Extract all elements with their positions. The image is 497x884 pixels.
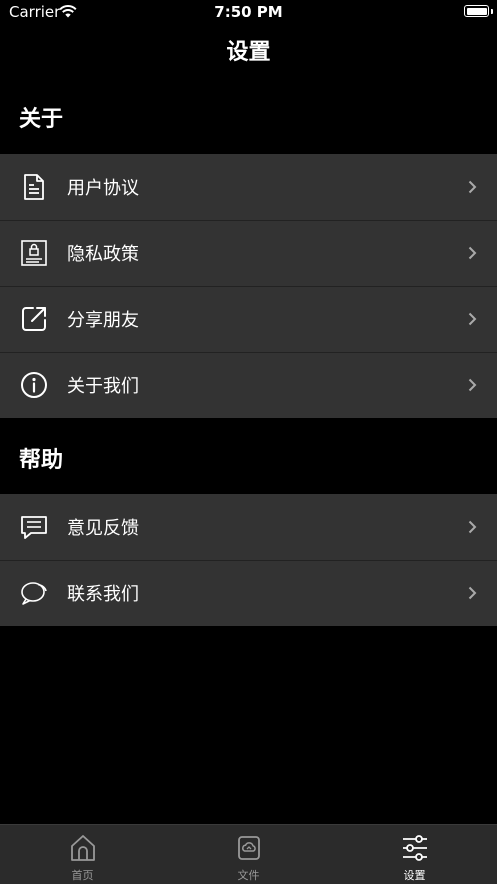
list-item-feedback[interactable]: 意见反馈 xyxy=(0,494,497,560)
tab-label: 首页 xyxy=(71,869,94,882)
list-item-label: 联系我们 xyxy=(67,584,139,605)
list-item-contact-us[interactable]: 联系我们 xyxy=(0,560,497,626)
list-item-label: 用户协议 xyxy=(67,178,139,199)
status-bar: Carrier 7:50 PM xyxy=(0,0,497,26)
list-item-user-agreement[interactable]: 用户协议 xyxy=(0,154,497,220)
battery-tip xyxy=(491,9,493,14)
tab-label: 文件 xyxy=(237,869,260,882)
info-icon xyxy=(21,372,47,398)
battery-icon xyxy=(464,5,489,17)
tab-label: 设置 xyxy=(403,869,426,882)
chevron-right-icon xyxy=(468,312,477,326)
file-cloud-icon xyxy=(237,836,260,860)
list-item-label: 意见反馈 xyxy=(67,518,139,539)
chat-bubbles-icon xyxy=(21,582,47,605)
help-group: 意见反馈 联系我们 xyxy=(0,494,497,626)
status-time: 7:50 PM xyxy=(214,3,283,21)
list-item-about-us[interactable]: 关于我们 xyxy=(0,352,497,418)
about-group: 用户协议 隐私政策 分享朋友 关于我们 xyxy=(0,154,497,418)
tab-files[interactable]: 文件 xyxy=(166,825,331,884)
section-header-help: 帮助 xyxy=(19,448,64,473)
chevron-right-icon xyxy=(468,180,477,194)
chevron-right-icon xyxy=(468,520,477,534)
list-item-label: 分享朋友 xyxy=(67,310,139,331)
home-icon xyxy=(70,835,95,861)
sliders-icon xyxy=(402,835,427,861)
page-title: 设置 xyxy=(226,40,271,65)
list-item-share-friends[interactable]: 分享朋友 xyxy=(0,286,497,352)
list-item-privacy-policy[interactable]: 隐私政策 xyxy=(0,220,497,286)
document-icon xyxy=(24,174,44,200)
chevron-right-icon xyxy=(468,246,477,260)
feedback-message-icon xyxy=(21,516,47,539)
tab-bar: 首页 文件 设置 xyxy=(0,824,497,884)
section-header-about: 关于 xyxy=(19,107,64,132)
chevron-right-icon xyxy=(468,586,477,600)
chevron-right-icon xyxy=(468,378,477,392)
share-icon xyxy=(22,307,46,331)
list-item-label: 隐私政策 xyxy=(67,244,139,265)
tab-settings[interactable]: 设置 xyxy=(332,825,497,884)
privacy-lock-icon xyxy=(21,240,47,266)
list-item-label: 关于我们 xyxy=(67,376,139,397)
tab-home[interactable]: 首页 xyxy=(0,825,165,884)
